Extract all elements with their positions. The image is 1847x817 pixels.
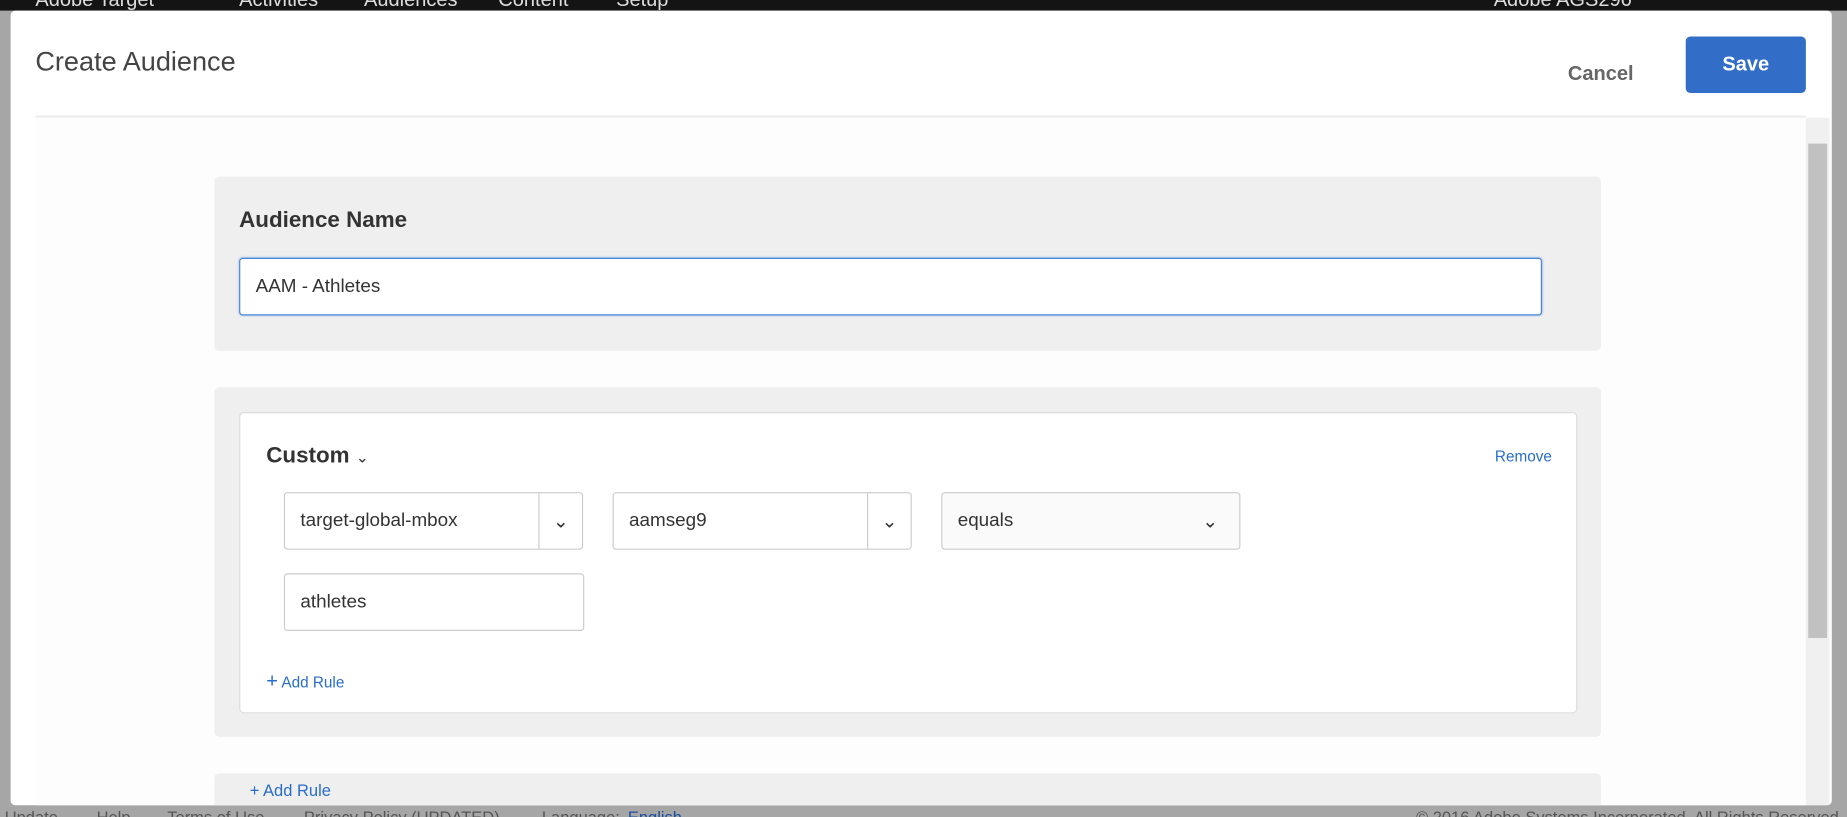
language-label: Language: xyxy=(541,807,620,817)
audience-name-label: Audience Name xyxy=(239,208,408,234)
plus-icon: + xyxy=(266,669,278,693)
value-textarea[interactable]: athletes xyxy=(283,573,585,631)
add-rule-card: + Add Rule xyxy=(214,773,1601,806)
cancel-button[interactable]: Cancel xyxy=(1568,62,1634,86)
save-button[interactable]: Save xyxy=(1685,36,1806,93)
language-link[interactable]: English xyxy=(628,808,682,817)
add-rule-link[interactable]: + Add Rule xyxy=(266,670,344,694)
chevron-down-icon: ⌄ xyxy=(355,448,369,467)
nav-activities[interactable]: Activities xyxy=(239,0,318,11)
rule-type-label: Custom xyxy=(266,443,350,469)
account-name[interactable]: Adobe AGS296 xyxy=(1494,0,1632,11)
audience-name-input[interactable]: AAM - Athletes xyxy=(239,257,1543,316)
add-rule-label: Add Rule xyxy=(263,780,331,800)
chevron-down-icon: ⌄ xyxy=(1202,511,1219,532)
nav-content[interactable]: Content xyxy=(498,0,568,11)
modal-title: Create Audience xyxy=(35,45,236,77)
plus-icon: + xyxy=(249,780,260,800)
rule-type-dropdown[interactable]: Custom ⌄ xyxy=(266,444,368,470)
chevron-down-icon[interactable]: ⌄ xyxy=(538,493,582,549)
add-rule-label: Add Rule xyxy=(281,673,345,692)
footer-terms[interactable]: Terms of Use xyxy=(167,808,264,817)
footer-privacy[interactable]: Privacy Policy (UPDATED) xyxy=(304,808,500,817)
remove-link[interactable]: Remove xyxy=(1495,447,1552,465)
footer-help[interactable]: Help xyxy=(97,808,131,817)
mbox-value: target-global-mbox xyxy=(300,510,458,531)
audience-name-card: Audience Name AAM - Athletes xyxy=(214,176,1601,351)
add-rule-link-bottom[interactable]: + Add Rule xyxy=(250,780,331,799)
chevron-down-icon[interactable]: ⌄ xyxy=(867,493,911,549)
copyright: © 2016 Adobe Systems Incorporated. All R… xyxy=(1415,807,1839,817)
nav-setup[interactable]: Setup xyxy=(616,0,668,11)
brand: Adobe Target xyxy=(35,0,154,11)
parameter-value: aamseg9 xyxy=(629,510,707,531)
create-audience-modal: Create Audience Cancel Save Audience Nam… xyxy=(10,10,1832,806)
operator-select[interactable]: equals ⌄ xyxy=(941,492,1241,550)
footer-update[interactable]: Update xyxy=(5,808,58,817)
rule-group-card: Custom ⌄ Remove target-global-mbox ⌄ aams… xyxy=(214,387,1601,737)
mbox-select[interactable]: target-global-mbox ⌄ xyxy=(283,492,584,550)
modal-content: Audience Name AAM - Athletes Custom ⌄ Re… xyxy=(35,115,1806,806)
scrollbar-thumb[interactable] xyxy=(1808,143,1828,639)
nav-audiences[interactable]: Audiences xyxy=(364,0,458,11)
rule-group: Custom ⌄ Remove target-global-mbox ⌄ aams… xyxy=(239,412,1578,714)
operator-value: equals xyxy=(957,510,1014,531)
top-nav: Adobe Target Activities Audiences Conten… xyxy=(0,0,1847,11)
scrollbar[interactable] xyxy=(1805,117,1830,806)
parameter-select[interactable]: aamseg9 ⌄ xyxy=(612,492,912,550)
